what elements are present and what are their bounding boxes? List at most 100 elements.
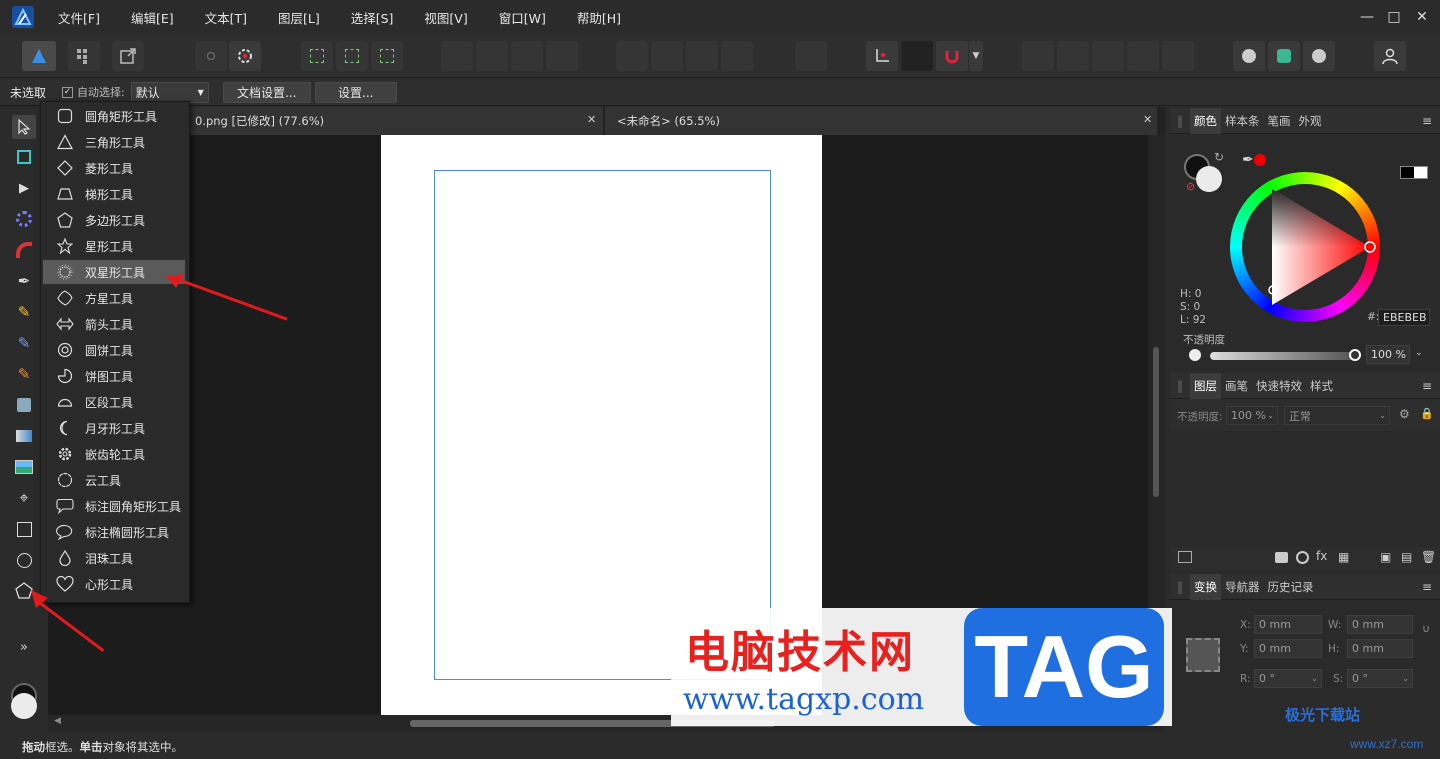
panel-menu-icon[interactable]: ≡	[1422, 580, 1432, 594]
insert-inside-button[interactable]	[1303, 41, 1335, 71]
trash-icon[interactable]: 🗑	[1421, 550, 1436, 564]
scroll-thumb[interactable]	[1153, 347, 1159, 497]
panel-grip-icon[interactable]: ‖	[1170, 379, 1190, 393]
flyout-item-polygon[interactable]: 多边形工具	[43, 208, 185, 232]
tab-swatches[interactable]: 样本条	[1221, 113, 1264, 129]
insert-top-button[interactable]	[1268, 41, 1300, 71]
w-input[interactable]: 0 mm	[1347, 615, 1413, 634]
tab-history[interactable]: 历史记录	[1264, 579, 1318, 595]
settings-button[interactable]: 设置...	[314, 81, 397, 103]
fx-icon[interactable]: fx	[1316, 549, 1327, 563]
settings-gear-button[interactable]	[229, 41, 261, 71]
node-tool[interactable]: ▶	[12, 176, 36, 200]
blend-mode-dropdown[interactable]: 正常 ⌄	[1284, 406, 1390, 425]
h-input[interactable]: 0 mm	[1347, 639, 1413, 658]
pencil-tool[interactable]: ✎	[12, 300, 36, 324]
color-picker-icon[interactable]: ✒	[1242, 152, 1254, 168]
snap-magnet-button[interactable]	[936, 41, 968, 71]
corner-tool[interactable]	[12, 238, 36, 262]
add-layer-icon[interactable]: ▣	[1380, 550, 1391, 564]
transform-button-3[interactable]	[371, 41, 403, 71]
paint-brush-tool[interactable]: ✎	[12, 362, 36, 386]
snap-dropdown[interactable]: ▼	[969, 41, 983, 71]
layer-opacity-input[interactable]: 100 % ⌄	[1226, 406, 1278, 425]
flyout-item-cog[interactable]: 嵌齿轮工具	[43, 442, 185, 466]
menu-view[interactable]: 视图[V]	[414, 8, 477, 27]
pixel-persona-button[interactable]	[68, 41, 100, 71]
expand-tools-button[interactable]: »	[12, 635, 36, 659]
ellipse-tool[interactable]	[12, 548, 36, 572]
view-mode-button[interactable]	[901, 41, 933, 71]
link-icon[interactable]: ∪	[1422, 622, 1430, 635]
tab-quick-fx[interactable]: 快速特效	[1252, 378, 1306, 394]
export-persona-button[interactable]	[112, 41, 144, 71]
fill-color-well[interactable]	[1196, 166, 1222, 192]
crop-tool[interactable]: ⌖	[12, 486, 36, 510]
mask-icon[interactable]	[1275, 552, 1288, 563]
menu-file[interactable]: 文件[F]	[48, 8, 110, 27]
hex-input[interactable]: EBEBEB	[1378, 309, 1430, 326]
menu-layer[interactable]: 图层[L]	[268, 8, 330, 27]
auto-select-dropdown[interactable]: 默认 ▼	[130, 81, 209, 103]
insert-behind-button[interactable]	[1233, 41, 1265, 71]
boolean-subtract-button[interactable]	[1057, 41, 1089, 71]
flyout-item-trapezoid[interactable]: 梯形工具	[43, 182, 185, 206]
flyout-item-cloud[interactable]: 云工具	[43, 468, 185, 492]
lock-icon[interactable]: 🔒	[1420, 407, 1434, 420]
adjustment-icon[interactable]	[1296, 551, 1309, 564]
flyout-item-crescent[interactable]: 月牙形工具	[43, 416, 185, 440]
tab-document-1[interactable]: 0.png [已修改] (77.6%)	[183, 107, 603, 135]
vector-brush-tool[interactable]: ✎	[12, 331, 36, 355]
anchor-selector-icon[interactable]	[1186, 638, 1220, 672]
pen-tool[interactable]: ✒	[12, 269, 36, 293]
designer-persona-button[interactable]	[22, 41, 56, 71]
boolean-xor-button[interactable]	[1127, 41, 1159, 71]
minimize-icon[interactable]: —	[1357, 7, 1377, 27]
menu-text[interactable]: 文本[T]	[195, 8, 257, 27]
gear-icon[interactable]: ⚙	[1399, 407, 1410, 421]
panel-grip-icon[interactable]: ‖	[1170, 580, 1190, 594]
flyout-item-teardrop[interactable]: 泪珠工具	[43, 546, 185, 570]
flyout-item-callout-rect[interactable]: 标注圆角矩形工具	[43, 494, 185, 518]
flyout-item-pie[interactable]: 饼图工具	[43, 364, 185, 388]
tab-brushes[interactable]: 画笔	[1221, 378, 1252, 394]
opacity-slider[interactable]	[1210, 352, 1354, 360]
gradient-tool[interactable]	[12, 424, 36, 448]
black-white-swatch[interactable]	[1400, 166, 1428, 179]
opacity-input[interactable]: 100 %	[1366, 345, 1410, 364]
arrange-button-4[interactable]	[546, 41, 578, 71]
move-tool[interactable]	[12, 115, 36, 139]
tab-document-2[interactable]: <未命名> (65.5%)	[605, 107, 1157, 135]
no-color-icon[interactable]: ⊘	[1186, 180, 1195, 193]
layer-stack-icon[interactable]	[1178, 551, 1192, 563]
tab-color[interactable]: 颜色	[1190, 107, 1221, 134]
flyout-item-rounded-rect[interactable]: 圆角矩形工具	[43, 104, 185, 128]
align-button-3[interactable]	[686, 41, 718, 71]
x-input[interactable]: 0 mm	[1254, 615, 1322, 634]
scroll-left-icon[interactable]: ◀	[54, 716, 61, 726]
opacity-slider-handle[interactable]	[1349, 349, 1361, 361]
alignment-button[interactable]	[795, 41, 827, 71]
close-icon[interactable]: ✕	[587, 113, 596, 126]
maximize-icon[interactable]: □	[1384, 7, 1404, 27]
flyout-item-heart[interactable]: 心形工具	[43, 572, 185, 596]
menu-select[interactable]: 选择[S]	[341, 8, 404, 27]
document-setup-button[interactable]: 文档设置...	[222, 81, 311, 103]
flyout-item-diamond[interactable]: 菱形工具	[43, 156, 185, 180]
y-input[interactable]: 0 mm	[1254, 639, 1322, 658]
hue-wheel[interactable]	[1230, 172, 1380, 322]
swap-colors-icon[interactable]: ↻	[1214, 150, 1224, 164]
arrange-button-1[interactable]	[441, 41, 473, 71]
menu-edit[interactable]: 编辑[E]	[121, 8, 184, 27]
align-button-1[interactable]	[616, 41, 648, 71]
artboard-tool[interactable]	[12, 145, 36, 169]
chevron-down-icon[interactable]: ⌄	[1415, 348, 1423, 358]
close-icon[interactable]: ✕	[1143, 113, 1152, 126]
rotation-input[interactable]: 0 ° ⌄	[1254, 669, 1322, 688]
panel-menu-icon[interactable]: ≡	[1422, 114, 1432, 128]
snap-toggle-button[interactable]	[195, 41, 227, 71]
panel-grip-icon[interactable]: ‖	[1170, 114, 1190, 128]
align-button-4[interactable]	[721, 41, 753, 71]
fill-tool[interactable]	[12, 393, 36, 417]
auto-select-checkbox[interactable]: ✓	[62, 86, 74, 98]
